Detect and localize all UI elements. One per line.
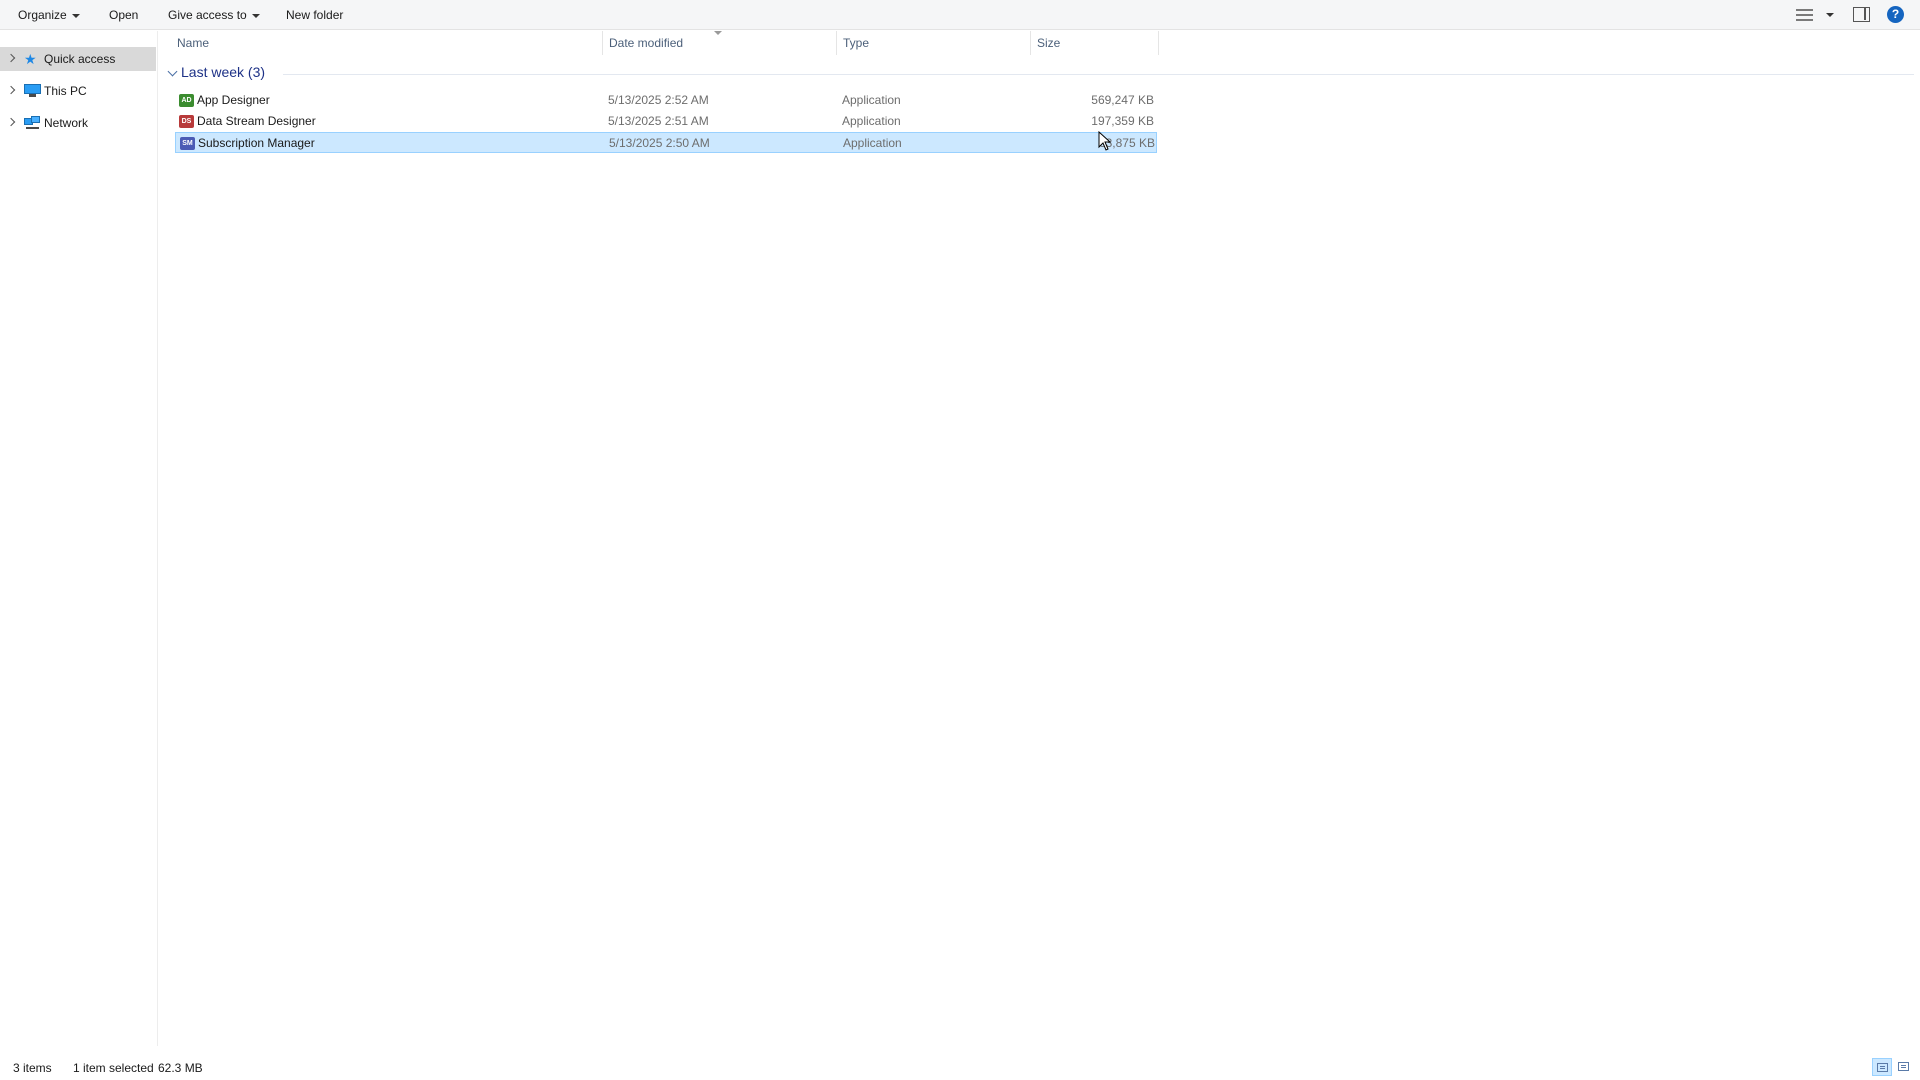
group-header-last-week[interactable]: Last week (3) [165,64,1914,84]
preview-pane-button[interactable] [1853,7,1870,22]
file-type: Application [842,93,901,107]
group-label: Last week (3) [181,64,266,80]
large-icons-view-icon [1898,1062,1909,1071]
nav-item-label: Quick access [44,52,116,66]
status-bar: 3 items 1 item selected 62.3 MB [0,1058,1920,1080]
file-row[interactable]: DS Data Stream Designer 5/13/2025 2:51 A… [175,111,1157,132]
new-folder-button[interactable]: New folder [286,6,343,24]
sort-descending-icon [714,31,722,35]
details-view-button[interactable] [1872,1058,1892,1076]
help-icon[interactable]: ? [1887,6,1904,23]
give-access-label: Give access to [168,8,247,22]
chevron-down-icon [251,13,260,18]
selection-count: 1 item selected [73,1061,154,1075]
file-list: Name Date modified Type Size Last week (… [159,31,1920,1046]
nav-item-label: Network [44,116,89,130]
open-button[interactable]: Open [109,6,138,24]
group-divider [283,74,1914,75]
view-list-icon [1796,9,1813,21]
new-folder-label: New folder [286,8,344,22]
file-type: Application [843,136,902,150]
nav-item-this-pc[interactable]: This PC [0,79,156,103]
column-header-type[interactable]: Type [836,31,1030,55]
file-size: 197,359 KB [1091,114,1154,128]
command-bar: Organize Open Give access to New folder … [0,0,1920,30]
network-icon [24,116,41,130]
application-icon: AD [179,94,194,107]
chevron-down-icon[interactable] [167,66,178,77]
open-label: Open [109,8,139,22]
nav-item-label: This PC [44,84,87,98]
star-icon: ★ [24,51,37,67]
file-type: Application [842,114,901,128]
chevron-down-icon [1826,13,1834,17]
file-date: 5/13/2025 2:52 AM [608,93,709,107]
nav-item-network[interactable]: Network [0,111,156,135]
file-name: App Designer [197,93,270,107]
navigation-pane: ★ Quick access This PC Network [0,31,158,1046]
selection-size: 62.3 MB [158,1061,203,1075]
chevron-right-icon[interactable] [6,85,16,95]
organize-button[interactable]: Organize [18,6,80,24]
chevron-right-icon[interactable] [6,53,16,63]
file-name: Subscription Manager [198,136,315,150]
file-date: 5/13/2025 2:51 AM [608,114,709,128]
column-header-name[interactable]: Name [171,31,602,55]
large-icons-view-button[interactable] [1894,1058,1914,1076]
file-size: 569,247 KB [1091,93,1154,107]
item-count: 3 items [13,1061,52,1075]
chevron-right-icon[interactable] [6,117,16,127]
nav-item-quick-access[interactable]: ★ Quick access [0,47,156,71]
column-header-size[interactable]: Size [1030,31,1159,55]
chevron-down-icon [71,13,80,18]
change-view-button[interactable] [1796,8,1834,22]
file-date: 5/13/2025 2:50 AM [609,136,710,150]
file-row[interactable]: AD App Designer 5/13/2025 2:52 AM Applic… [175,90,1157,111]
organize-label: Organize [18,8,67,22]
give-access-button[interactable]: Give access to [168,6,260,24]
file-explorer-window: Organize Open Give access to New folder … [0,0,1920,1080]
file-size: 63,875 KB [1098,136,1155,150]
details-view-icon [1877,1063,1888,1072]
application-icon: SM [180,137,195,150]
file-name: Data Stream Designer [197,114,316,128]
computer-icon [24,84,41,97]
application-icon: DS [179,115,194,128]
mouse-cursor-icon [1098,131,1112,151]
file-row-selected[interactable]: SM Subscription Manager 5/13/2025 2:50 A… [175,132,1157,153]
